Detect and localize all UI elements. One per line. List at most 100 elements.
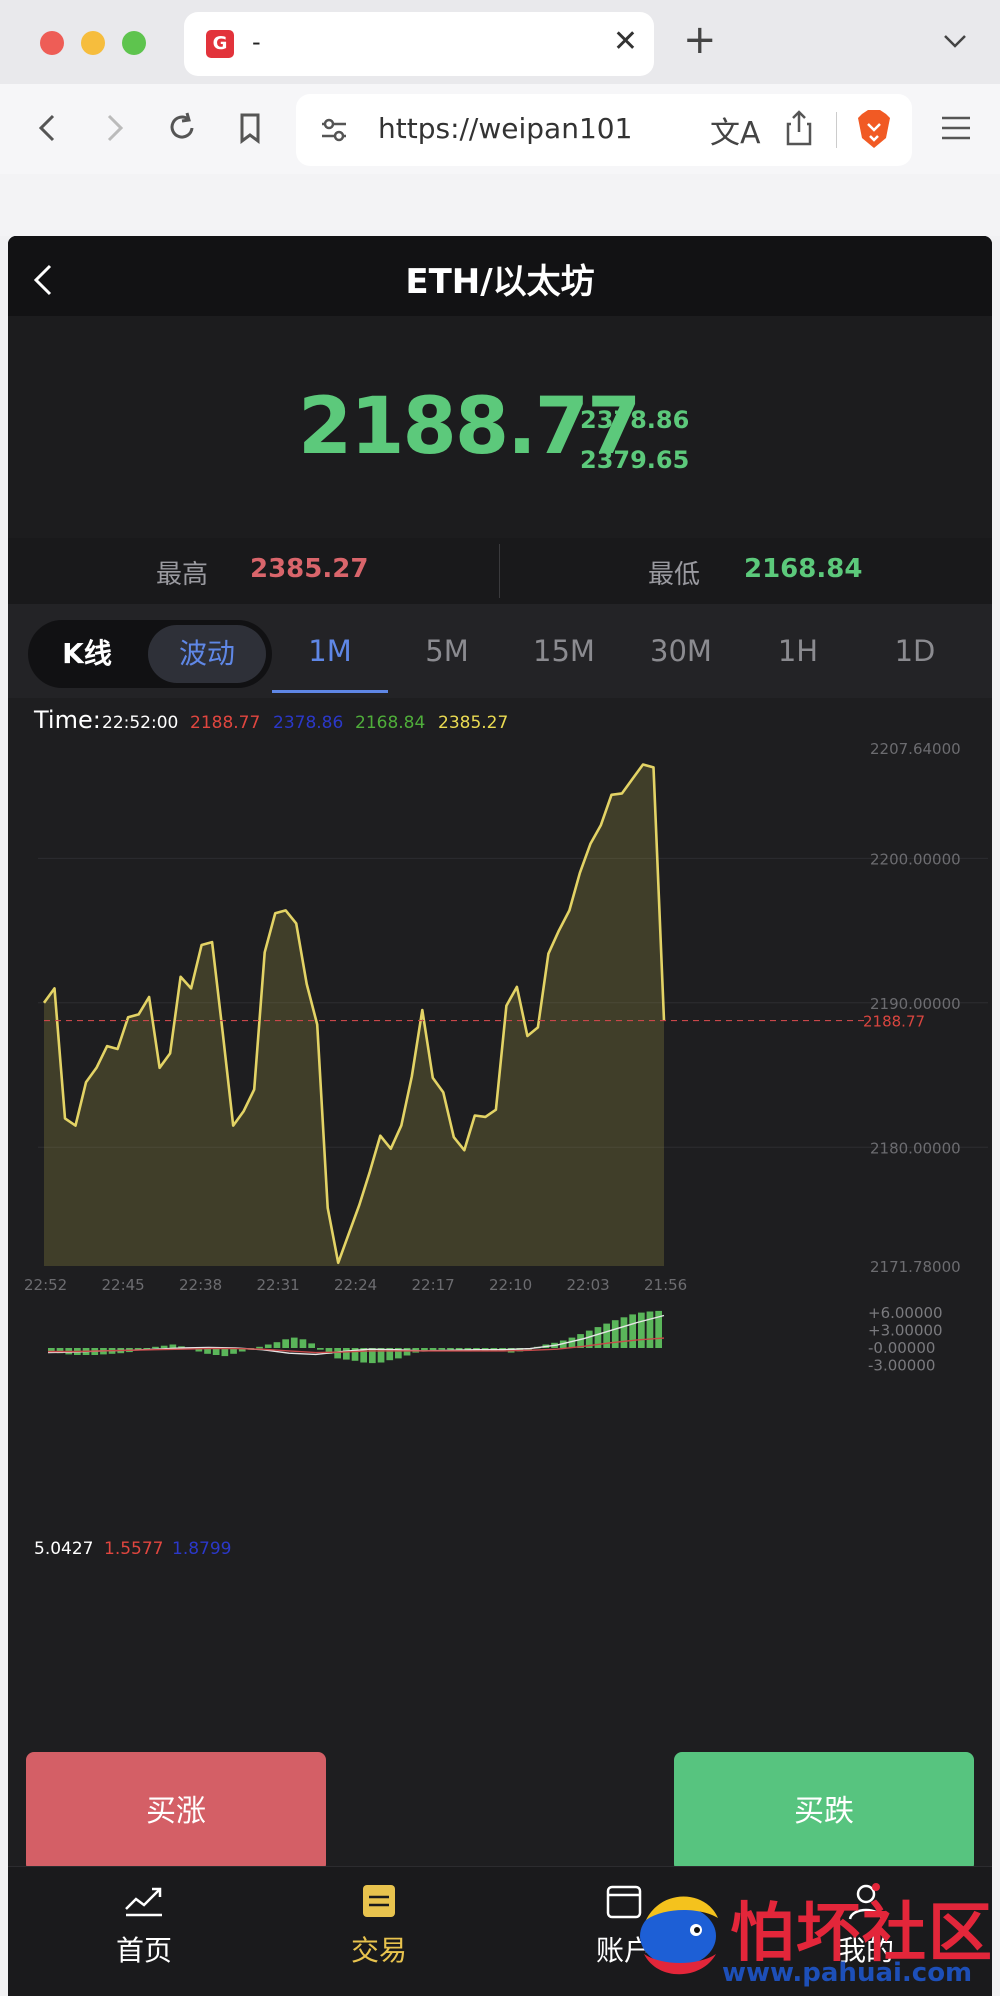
- trade-card-icon: [363, 1885, 395, 1917]
- share-icon[interactable]: [782, 108, 816, 148]
- menu-icon[interactable]: [940, 112, 972, 144]
- legend-value-1: 2188.77: [190, 713, 260, 733]
- x-tick-label: 22:17: [412, 1276, 455, 1294]
- tab-kline[interactable]: K线: [28, 620, 146, 688]
- histogram-bar: [455, 1348, 463, 1350]
- histogram-bar: [447, 1348, 454, 1350]
- close-tab-icon[interactable]: ✕: [613, 24, 638, 59]
- url-text[interactable]: https://weipan101: [378, 112, 632, 145]
- legend-value-2: 2378.86: [273, 713, 343, 733]
- divider: [499, 544, 500, 598]
- legend-time: 22:52:00: [102, 713, 178, 733]
- x-tick-label: 22:31: [257, 1276, 300, 1294]
- buy-down-button[interactable]: 买跌: [674, 1752, 974, 1872]
- histogram-bar: [273, 1342, 281, 1348]
- histogram-bar: [620, 1317, 628, 1348]
- zoom-window-button[interactable]: [122, 31, 146, 55]
- histogram-bar: [308, 1343, 315, 1348]
- histogram-bar: [282, 1339, 289, 1348]
- histogram-bar: [343, 1348, 350, 1360]
- site-settings-icon[interactable]: [318, 114, 350, 146]
- trading-app: ETH/以太坊 2188.77 2378.86 2379.65 最高 2385.…: [8, 236, 992, 1996]
- watermark-fish-logo: [640, 1896, 718, 1975]
- minimize-window-button[interactable]: [81, 31, 105, 55]
- brave-lion-icon[interactable]: [856, 108, 892, 150]
- high-value: 2385.27: [250, 554, 369, 584]
- buy-up-button[interactable]: 买涨: [26, 1752, 326, 1872]
- translate-icon[interactable]: 文A: [710, 108, 761, 152]
- browser-tab-bar: G - ✕ +: [0, 0, 1000, 84]
- low-label: 最低: [648, 560, 701, 590]
- x-tick-label: 22:03: [567, 1276, 610, 1294]
- x-tick-label: 21:56: [644, 1276, 687, 1294]
- price-panel: 2188.77 2378.86 2379.65: [8, 316, 992, 539]
- x-tick-label: 22:10: [489, 1276, 532, 1294]
- histogram-bar: [160, 1345, 168, 1348]
- histogram-bar: [646, 1311, 654, 1348]
- y-tick-label: 2171.78000: [870, 1258, 961, 1276]
- back-arrow-icon[interactable]: [26, 106, 70, 150]
- high-label: 最高: [156, 560, 209, 590]
- x-tick-label: 22:24: [334, 1276, 377, 1294]
- app-header: ETH/以太坊: [8, 236, 992, 316]
- indicator-value-1: 5.0427: [34, 1539, 93, 1558]
- nav-home[interactable]: 首页: [74, 1881, 214, 1969]
- price-sub-1: 2378.86: [580, 406, 690, 434]
- tab-favicon-icon: G: [206, 30, 234, 58]
- histogram-bar: [256, 1346, 263, 1349]
- nav-home-label: 首页: [115, 1934, 172, 1967]
- x-tick-label: 22:52: [24, 1276, 67, 1294]
- last-price-label: 2188.77: [863, 1013, 925, 1031]
- nav-trade[interactable]: 交易: [309, 1881, 449, 1969]
- period-15m[interactable]: 15M: [506, 634, 622, 668]
- x-tick-label: 22:38: [179, 1276, 222, 1294]
- y-tick-label: 2200.00000: [870, 850, 961, 868]
- low-value: 2168.84: [744, 554, 863, 584]
- period-1h[interactable]: 1H: [740, 634, 856, 668]
- histogram-bar: [629, 1314, 636, 1348]
- price-chart[interactable]: 2188.77 2207.640002200.000002190.0000021…: [8, 698, 992, 1558]
- indicator-y-tick: -0.00000: [868, 1339, 935, 1357]
- indicator-value-3: 1.8799: [172, 1539, 231, 1558]
- indicator-y-tick: -3.00000: [868, 1356, 935, 1374]
- page-top-strip: [0, 174, 1000, 236]
- chart-tabs: K线 波动 1M 5M 15M 30M 1H 1D: [8, 604, 992, 698]
- address-bar[interactable]: https://weipan101 文A: [296, 94, 912, 166]
- legend-time-label: Time:: [33, 706, 101, 734]
- histogram-bar: [611, 1320, 619, 1348]
- histogram-bar: [638, 1312, 645, 1348]
- histogram-bar: [403, 1348, 411, 1356]
- histogram-bar: [377, 1348, 385, 1363]
- histogram-bar: [299, 1339, 307, 1348]
- histogram-bar: [264, 1344, 272, 1348]
- tab-title: -: [252, 28, 261, 56]
- close-window-button[interactable]: [40, 31, 64, 55]
- page-title: ETH/以太坊: [405, 262, 595, 302]
- active-period-underline: [272, 690, 388, 693]
- indicator-value-2: 1.5577: [104, 1539, 163, 1558]
- chart-mode-toggle: K线 波动: [28, 620, 272, 688]
- new-tab-icon[interactable]: +: [683, 20, 717, 60]
- period-1m[interactable]: 1M: [272, 634, 388, 668]
- tab-wave[interactable]: 波动: [148, 625, 266, 683]
- reload-icon[interactable]: [160, 106, 204, 150]
- browser-tab[interactable]: G - ✕: [184, 12, 654, 76]
- forward-arrow-icon[interactable]: [92, 106, 136, 150]
- bookmark-icon[interactable]: [228, 106, 272, 150]
- y-tick-label: 2180.00000: [870, 1139, 961, 1157]
- indicator-y-tick: +6.00000: [868, 1304, 943, 1322]
- chart-trend-icon: [125, 1887, 162, 1917]
- histogram-bar: [568, 1337, 576, 1348]
- indicator-y-tick: +3.00000: [868, 1322, 943, 1340]
- histogram-bar: [438, 1348, 446, 1350]
- browser-toolbar: https://weipan101 文A: [0, 84, 1000, 174]
- period-5m[interactable]: 5M: [389, 634, 505, 668]
- tab-list-chevron-icon[interactable]: [940, 26, 970, 56]
- y-tick-label: 2207.64000: [870, 740, 961, 758]
- price-sub-2: 2379.65: [580, 446, 690, 474]
- period-1d[interactable]: 1D: [857, 634, 973, 668]
- nav-trade-label: 交易: [350, 1934, 407, 1967]
- histogram-bar: [603, 1323, 610, 1348]
- high-low-row: 最高 2385.27 最低 2168.84: [8, 538, 992, 604]
- period-30m[interactable]: 30M: [623, 634, 739, 668]
